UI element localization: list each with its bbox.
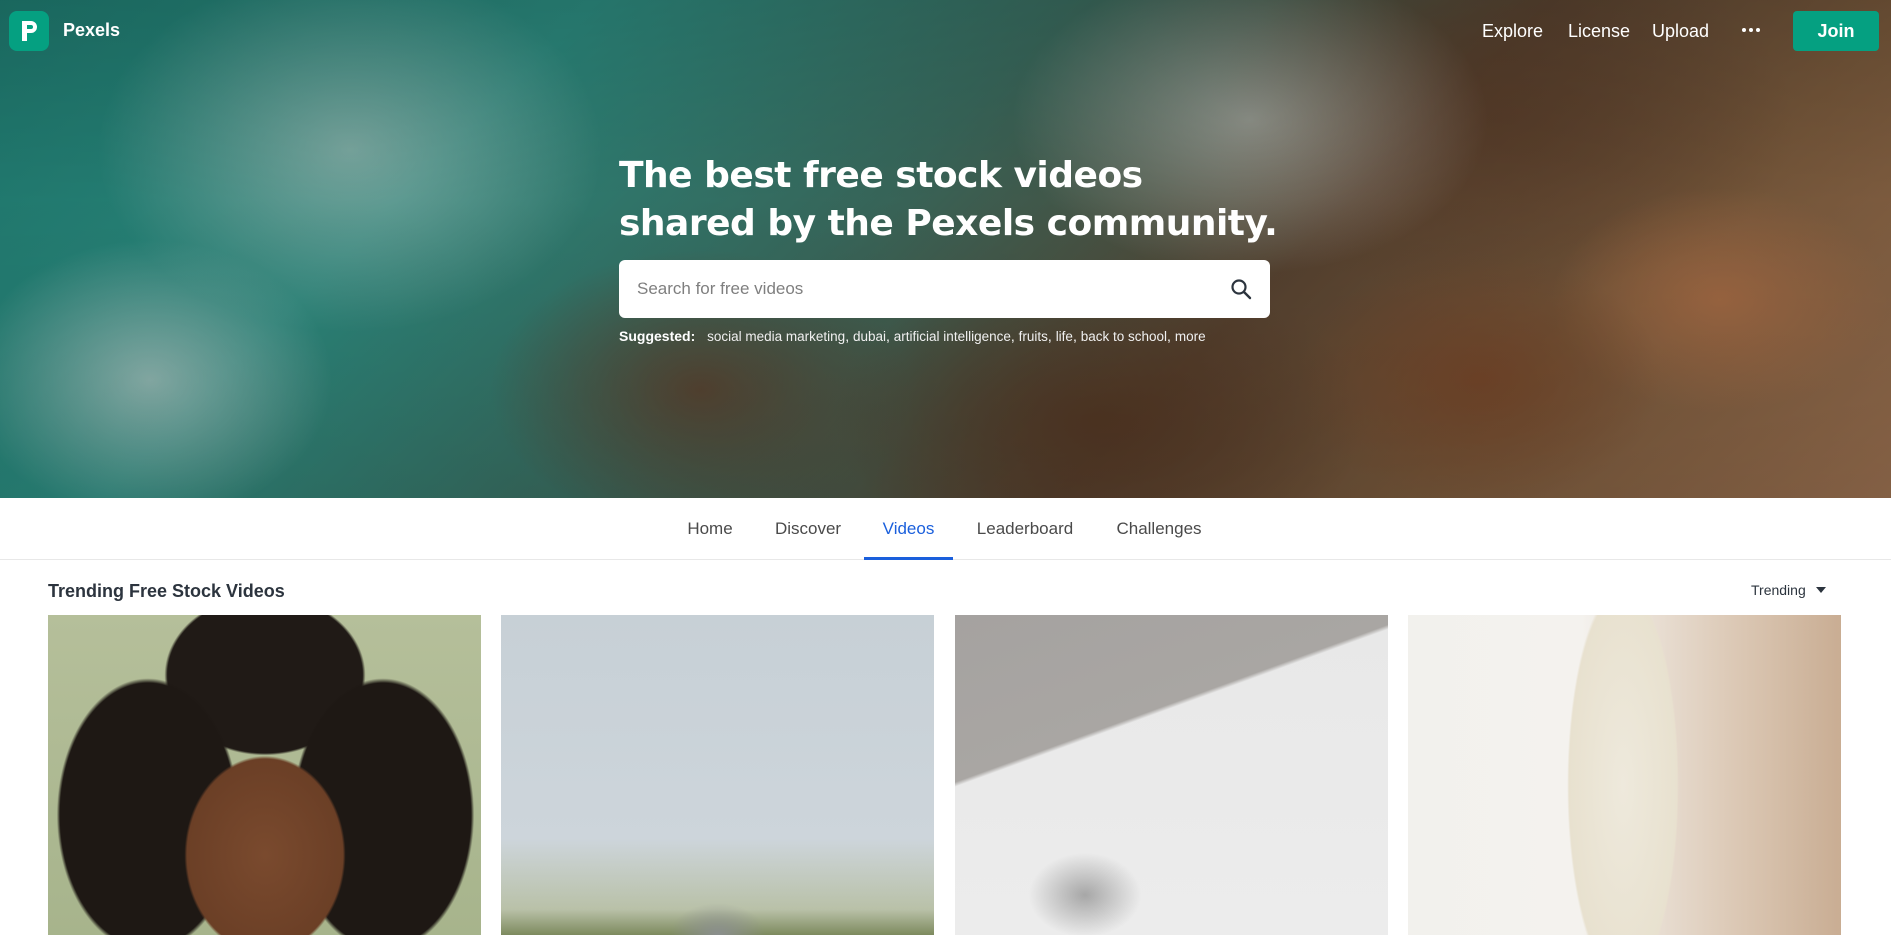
video-thumbnail (955, 615, 1388, 935)
video-card[interactable] (1408, 615, 1841, 935)
hero-banner (0, 0, 1891, 498)
pexels-logo-icon[interactable] (9, 11, 49, 51)
video-thumbnail (1408, 615, 1841, 935)
tab-discover[interactable]: Discover (765, 498, 851, 560)
tab-videos[interactable]: Videos (864, 498, 953, 560)
video-thumbnail (501, 615, 934, 935)
search-bar (619, 260, 1270, 318)
suggestion-link[interactable]: dubai (853, 329, 886, 344)
suggestion-link[interactable]: fruits (1019, 329, 1048, 344)
tab-challenges[interactable]: Challenges (1100, 498, 1218, 560)
nav-upload[interactable]: Upload (1652, 21, 1709, 42)
section-title: Trending Free Stock Videos (48, 581, 285, 601)
more-dots-icon[interactable] (1740, 22, 1762, 38)
video-card[interactable] (48, 615, 481, 935)
brand-name[interactable]: Pexels (63, 20, 120, 41)
video-thumbnail (48, 615, 481, 935)
join-button[interactable]: Join (1793, 11, 1879, 51)
nav-explore[interactable]: Explore (1482, 21, 1543, 42)
suggested-searches: Suggested: social media marketing, dubai… (619, 328, 1206, 344)
video-card[interactable] (501, 615, 934, 935)
caret-down-icon (1815, 587, 1826, 593)
sort-dropdown[interactable]: Trending (1751, 582, 1826, 598)
search-input[interactable] (619, 260, 1212, 318)
video-card[interactable] (955, 615, 1388, 935)
suggested-label: Suggested: (619, 328, 696, 344)
suggestion-more-link[interactable]: more (1175, 329, 1206, 344)
suggestion-link[interactable]: back to school (1081, 329, 1167, 344)
hero-title: The best free stock videos shared by the… (619, 155, 1278, 244)
suggestion-link[interactable]: social media marketing (707, 329, 845, 344)
suggestion-link[interactable]: artificial intelligence (894, 329, 1011, 344)
tab-leaderboard[interactable]: Leaderboard (966, 498, 1084, 560)
tab-home[interactable]: Home (672, 498, 748, 560)
suggestion-link[interactable]: life (1056, 329, 1073, 344)
search-icon[interactable] (1212, 260, 1270, 318)
sort-label: Trending (1751, 582, 1806, 598)
section-tabs: Home Discover Videos Leaderboard Challen… (0, 498, 1891, 560)
top-navbar: Pexels Explore License Upload Join (0, 0, 1891, 62)
nav-license[interactable]: License (1568, 21, 1630, 42)
